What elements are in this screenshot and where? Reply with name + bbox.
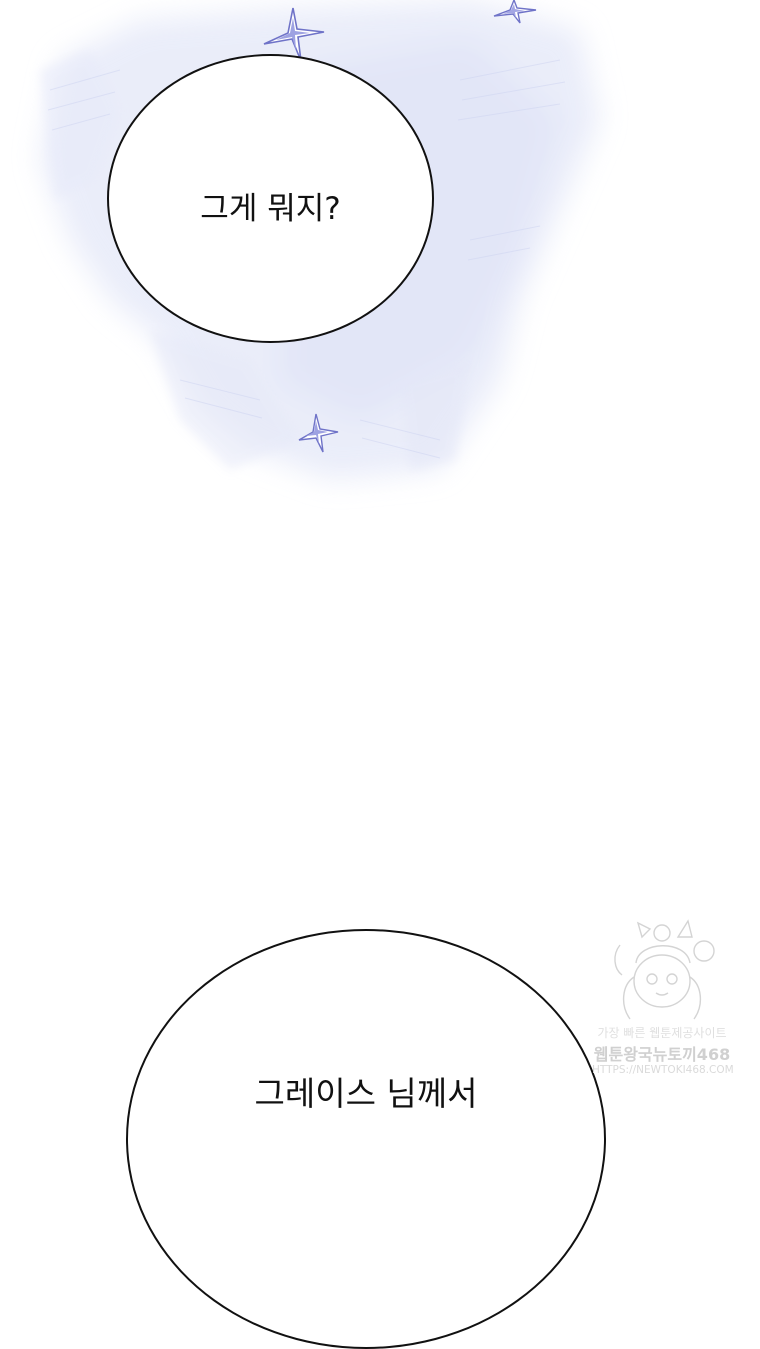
speech-bubble: 그게 뭐지?: [107, 54, 434, 343]
watermark-url: HTTPS://NEWTOKI468.COM: [592, 1064, 734, 1076]
mascot-icon: [614, 919, 715, 1020]
speech-text: 그레이스 님께서: [254, 1074, 478, 1113]
sparkle-icon: [298, 413, 339, 453]
comic-panel: 그게 뭐지? 그레이스 님께서 가장 빠른 웹툰제공사이트 웹툰왕국뉴토끼468: [0, 0, 760, 1349]
sparkle-icon: [493, 0, 537, 24]
watermark-line: 가장 빠른 웹툰제공사이트: [597, 1026, 727, 1040]
speech-bubble: 그레이스 님께서: [126, 929, 606, 1349]
site-watermark: 가장 빠른 웹툰제공사이트 웹툰왕국뉴토끼468 HTTPS://NEWTOKI…: [592, 915, 734, 1085]
watermark-line: 웹툰왕국뉴토끼468: [593, 1045, 731, 1064]
speech-text: 그게 뭐지?: [200, 191, 341, 227]
